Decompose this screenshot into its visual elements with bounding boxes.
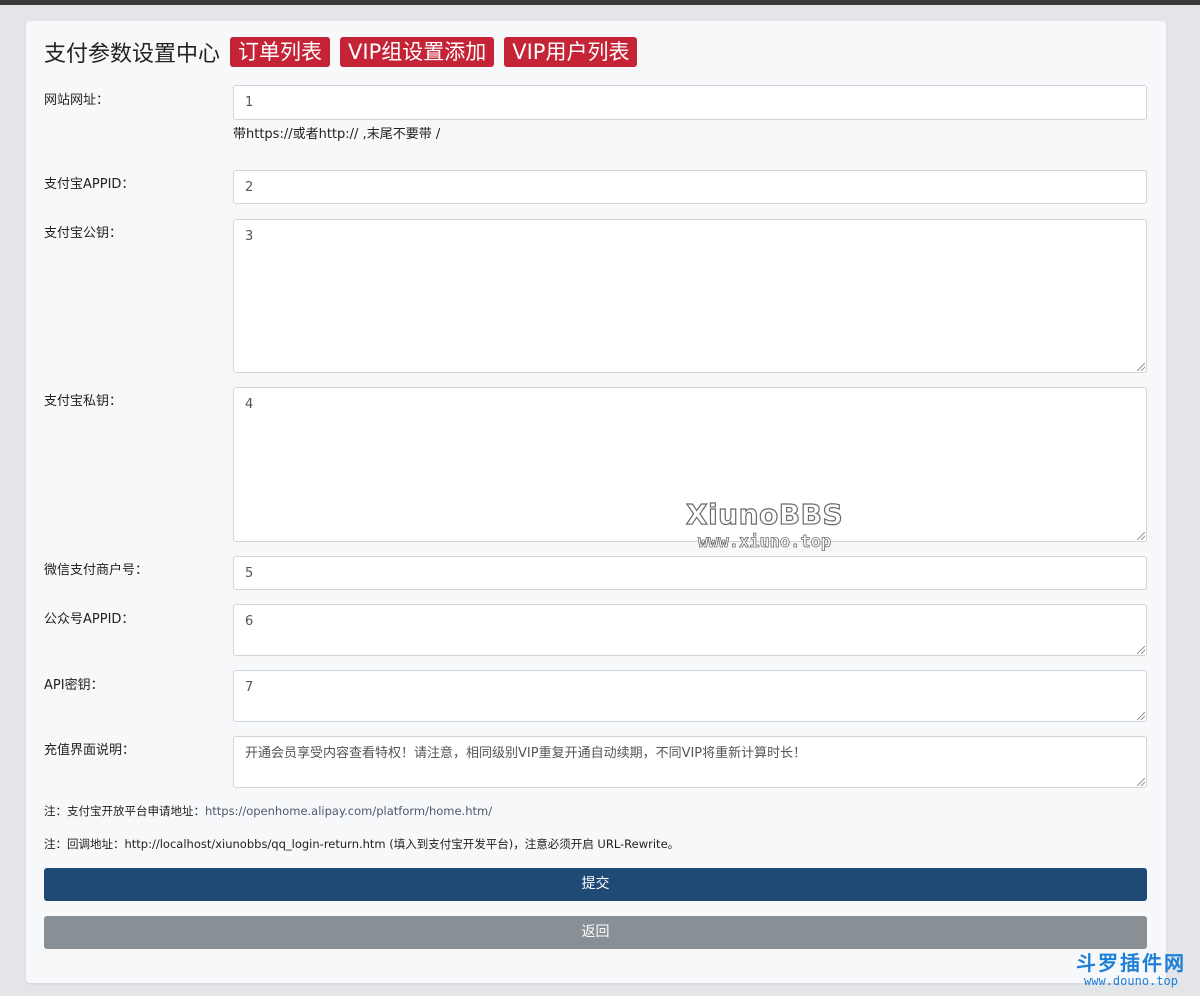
alipay-apply-link[interactable]: https://openhome.alipay.com/platform/hom… [205,804,492,818]
api-key-label: API密钥： [44,678,104,693]
top-bar [0,0,1200,5]
alipay-apply-note: 注：支付宝开放平台申请地址：https://openhome.alipay.co… [44,803,492,819]
wechat-mch-input[interactable] [233,556,1147,590]
site-url-hint: 带https://或者http:// ,末尾不要带 / [233,127,441,142]
alipay-appid-input[interactable] [233,170,1147,204]
mp-appid-wrap: 6 [233,604,1147,656]
alipay-private-key-label: 支付宝私钥： [44,394,123,409]
alipay-private-key-wrap: 4 [233,387,1147,542]
order-list-button[interactable]: 订单列表 [230,37,331,67]
submit-button[interactable]: 提交 [44,868,1147,901]
api-key-wrap: 7 [233,670,1147,722]
back-button[interactable]: 返回 [44,916,1147,949]
note-prefix: 注：支付宝开放平台申请地址： [44,804,205,818]
vip-group-add-button[interactable]: VIP组设置添加 [340,37,495,67]
api-key-textarea[interactable]: 7 [233,670,1147,722]
alipay-public-key-wrap: 3 [233,219,1147,373]
alipay-appid-label: 支付宝APPID： [44,177,135,192]
page-title: 支付参数设置中心 [44,42,221,67]
alipay-private-key-textarea[interactable]: 4 [233,387,1147,542]
vip-user-list-button[interactable]: VIP用户列表 [504,37,638,67]
recharge-desc-label: 充值界面说明： [44,743,136,758]
alipay-public-key-textarea[interactable]: 3 [233,219,1147,373]
recharge-desc-textarea[interactable]: 开通会员享受内容查看特权！请注意，相同级别VIP重复开通自动续期，不同VIP将重… [233,736,1147,788]
site-url-input[interactable] [233,85,1147,120]
wechat-mch-label: 微信支付商户号： [44,563,149,578]
mp-appid-label: 公众号APPID： [44,612,135,627]
settings-card: 支付参数设置中心 订单列表 VIP组设置添加 VIP用户列表 网站网址： 带ht… [26,21,1166,983]
callback-note: 注：回调地址：http://localhost/xiunobbs/qq_logi… [44,837,680,851]
site-url-label: 网站网址： [44,93,110,108]
mp-appid-textarea[interactable]: 6 [233,604,1147,656]
alipay-public-key-label: 支付宝公钥： [44,226,123,241]
page-header: 支付参数设置中心 订单列表 VIP组设置添加 VIP用户列表 [44,36,638,68]
recharge-desc-wrap: 开通会员享受内容查看特权！请注意，相同级别VIP重复开通自动续期，不同VIP将重… [233,736,1147,788]
